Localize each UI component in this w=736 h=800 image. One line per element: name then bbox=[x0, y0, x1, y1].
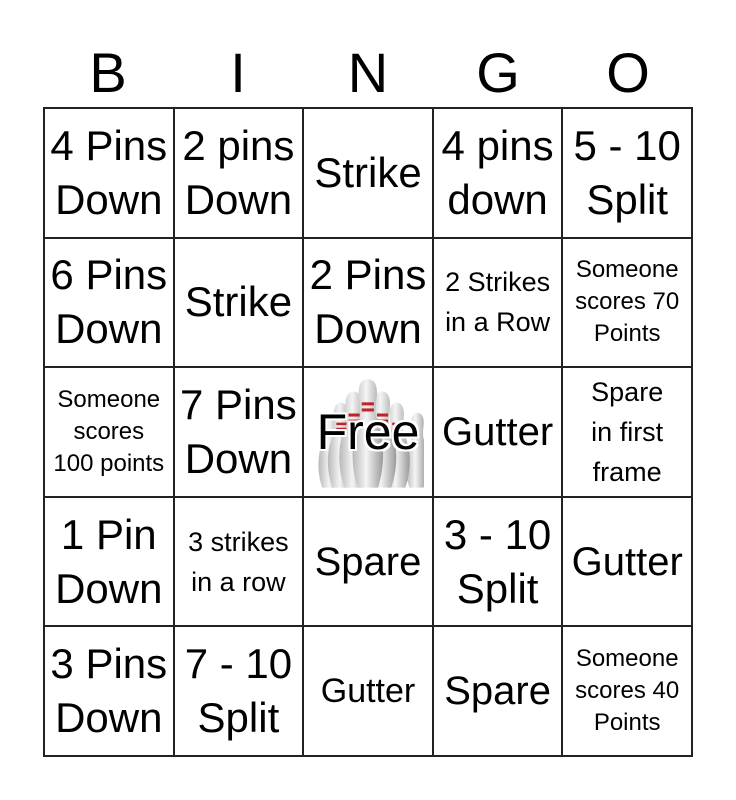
cell-text: 2 Pins Down bbox=[309, 251, 427, 353]
cell-text: 2 Strikes in a Row bbox=[445, 267, 551, 338]
bingo-cell[interactable]: Gutter bbox=[303, 626, 433, 756]
bingo-cell[interactable]: 4 pins down bbox=[432, 108, 563, 238]
bingo-cell[interactable]: Spare in first frame bbox=[562, 367, 692, 497]
cell-text: Gutter bbox=[320, 672, 416, 711]
bingo-cell[interactable]: 2 Strikes in a Row bbox=[432, 237, 563, 368]
bingo-cell[interactable]: Someone scores 40 Points bbox=[562, 626, 692, 756]
cell-text: 6 Pins Down bbox=[50, 251, 168, 353]
bingo-cell[interactable]: 3 Pins Down bbox=[44, 626, 174, 756]
bingo-cell[interactable]: Gutter bbox=[562, 496, 692, 627]
bingo-cell[interactable]: Someone scores 70 Points bbox=[562, 237, 692, 368]
bingo-cell[interactable]: Spare bbox=[432, 626, 563, 756]
bingo-cell[interactable]: 7 Pins Down bbox=[173, 367, 304, 497]
bingo-cell[interactable]: 1 Pin Down bbox=[44, 496, 174, 627]
bingo-cell[interactable]: 3 strikes in a row bbox=[173, 496, 304, 627]
cell-text: Gutter bbox=[571, 539, 683, 584]
cell-text: Someone scores 100 points bbox=[53, 385, 165, 477]
cell-text: 4 Pins Down bbox=[50, 121, 168, 223]
bingo-cell[interactable]: Someone scores 100 points bbox=[44, 367, 174, 497]
header-letter-o: O bbox=[606, 41, 650, 104]
cell-text: Spare bbox=[314, 539, 422, 584]
bingo-cell[interactable]: 6 Pins Down bbox=[44, 237, 174, 368]
bingo-grid: 4 Pins Down 2 pins Down Strike 4 pins do… bbox=[43, 107, 693, 757]
cell-text: 2 pins Down bbox=[182, 121, 295, 223]
bingo-cell[interactable]: 3 - 10 Split bbox=[432, 496, 563, 627]
cell-text: 1 Pin Down bbox=[55, 510, 163, 612]
free-space-label: Free bbox=[316, 403, 420, 460]
cell-text: 3 Pins Down bbox=[50, 640, 168, 742]
cell-text: Spare in first frame bbox=[591, 376, 664, 487]
cell-text: Strike bbox=[314, 148, 422, 196]
bingo-cell[interactable]: 2 pins Down bbox=[173, 108, 304, 238]
cell-text: Spare bbox=[444, 669, 551, 714]
bingo-cell[interactable]: Strike bbox=[303, 108, 433, 238]
cell-text: Strike bbox=[184, 278, 293, 326]
bingo-cell[interactable]: 2 Pins Down bbox=[303, 237, 433, 368]
header-letter-n: N bbox=[347, 41, 389, 104]
cell-text: Gutter bbox=[442, 409, 554, 454]
header-letter-i: I bbox=[230, 41, 246, 104]
bingo-cell[interactable]: Gutter bbox=[432, 367, 563, 497]
cell-text: 4 pins down bbox=[441, 121, 554, 223]
bingo-cell[interactable]: Spare bbox=[303, 496, 433, 627]
header-letter-b: B bbox=[89, 41, 127, 104]
cell-text: Someone scores 40 Points bbox=[575, 645, 680, 737]
bingo-cell[interactable]: 5 - 10 Split bbox=[562, 108, 692, 238]
bingo-cell[interactable]: 7 - 10 Split bbox=[173, 626, 304, 756]
cell-text: 5 - 10 Split bbox=[573, 121, 681, 223]
free-space-cell[interactable]: Free bbox=[303, 367, 433, 497]
cell-text: 3 strikes in a row bbox=[188, 526, 289, 597]
cell-text: 7 - 10 Split bbox=[184, 640, 293, 742]
cell-text: 7 Pins Down bbox=[180, 380, 297, 482]
bingo-cell[interactable]: 4 Pins Down bbox=[44, 108, 174, 238]
bingo-header: B I N G O bbox=[43, 40, 693, 106]
header-letter-g: G bbox=[476, 41, 520, 104]
cell-text: Someone scores 70 Points bbox=[575, 256, 680, 348]
bingo-cell[interactable]: Strike bbox=[173, 237, 304, 368]
cell-text: 3 - 10 Split bbox=[443, 510, 552, 612]
